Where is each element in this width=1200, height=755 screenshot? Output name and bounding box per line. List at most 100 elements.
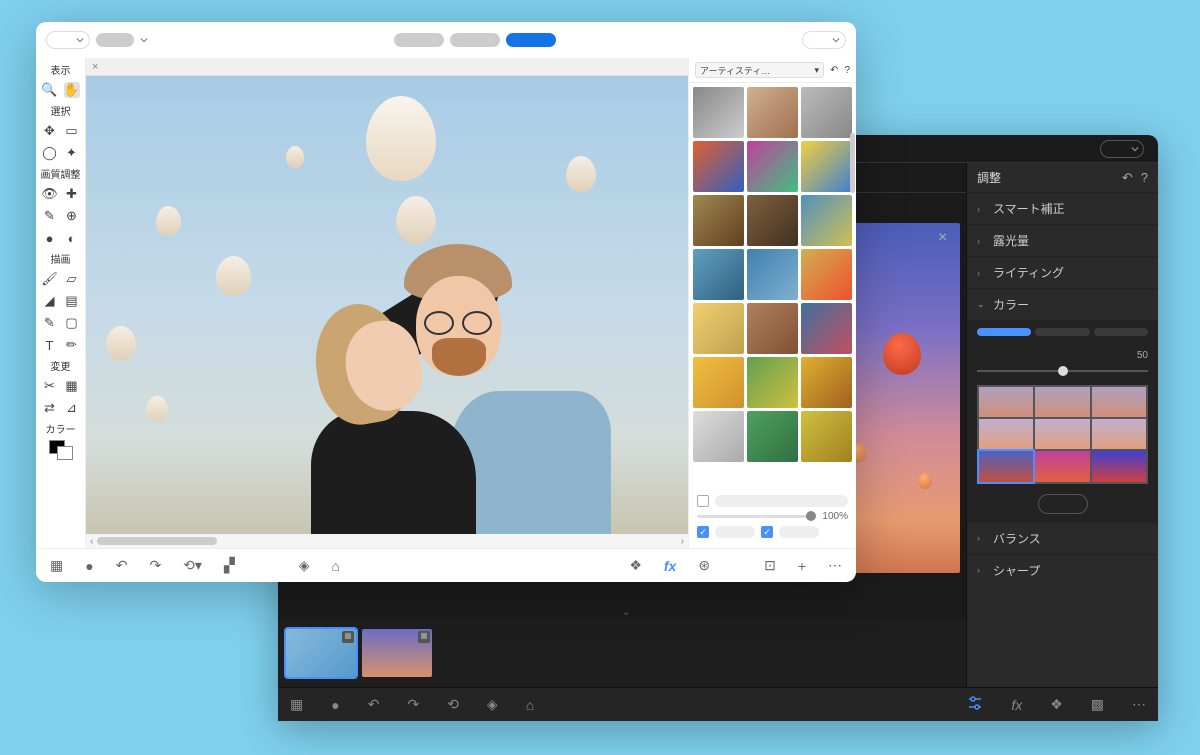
effect-thumb[interactable] bbox=[801, 195, 852, 246]
help-icon[interactable]: ? bbox=[1141, 170, 1148, 186]
effect-thumb[interactable] bbox=[693, 249, 744, 300]
effect-thumb[interactable] bbox=[801, 303, 852, 354]
mode-tab-active[interactable] bbox=[506, 33, 556, 47]
color-segments[interactable] bbox=[977, 328, 1148, 336]
intensity-slider[interactable] bbox=[697, 515, 816, 518]
undo-icon[interactable]: ↶ bbox=[830, 65, 838, 76]
layers-icon[interactable]: ❖ bbox=[1050, 696, 1063, 713]
option-checkbox[interactable]: ✓ bbox=[761, 526, 773, 538]
effect-thumb[interactable] bbox=[747, 411, 798, 462]
eraser-tool-icon[interactable]: ▱ bbox=[64, 271, 80, 287]
adj-item-smart[interactable]: ›スマート補正 bbox=[967, 192, 1158, 224]
blur-tool-icon[interactable]: ● bbox=[42, 230, 58, 246]
reset-button[interactable] bbox=[1038, 494, 1088, 514]
mode-tab[interactable] bbox=[394, 33, 444, 47]
option-checkbox[interactable]: ✓ bbox=[697, 526, 709, 538]
photo-bin-icon[interactable]: ▦ bbox=[50, 557, 63, 574]
sponge-tool-icon[interactable]: ◐ bbox=[64, 230, 80, 246]
clone-tool-icon[interactable]: ⊕ bbox=[64, 208, 80, 224]
canvas[interactable] bbox=[86, 76, 688, 534]
effect-thumb[interactable] bbox=[801, 249, 852, 300]
effects-scrollbar[interactable] bbox=[850, 133, 855, 193]
add-icon[interactable]: + bbox=[798, 558, 806, 574]
styles-icon[interactable]: ⊛ bbox=[698, 557, 710, 574]
move-tool-icon[interactable]: ✥ bbox=[42, 123, 58, 139]
organizer-icon[interactable]: ◈ bbox=[299, 557, 310, 574]
effect-thumb[interactable] bbox=[801, 357, 852, 408]
bin-thumbnail[interactable]: ▦ bbox=[362, 629, 432, 677]
effect-thumb[interactable] bbox=[801, 411, 852, 462]
marquee-tool-icon[interactable]: ▭ bbox=[64, 123, 80, 139]
more-icon[interactable]: ⋯ bbox=[1132, 696, 1146, 713]
zoom-tool-icon[interactable]: 🔍 bbox=[42, 82, 58, 98]
content-move-icon[interactable]: ⇄ bbox=[42, 400, 58, 416]
effect-thumb[interactable] bbox=[693, 303, 744, 354]
gradient-tool-icon[interactable]: ▤ bbox=[64, 293, 80, 309]
lasso-tool-icon[interactable]: ◯ bbox=[42, 145, 58, 161]
effects-category-dropdown[interactable]: アーティスティ… ▾ bbox=[695, 62, 824, 78]
adj-item-lighting[interactable]: ›ライティング bbox=[967, 256, 1158, 288]
undo-icon[interactable]: ↶ bbox=[1122, 170, 1133, 186]
undo-icon[interactable]: ↶ bbox=[368, 696, 380, 713]
record-icon[interactable]: ● bbox=[331, 697, 339, 713]
horizontal-scrollbar[interactable]: ‹› bbox=[86, 534, 688, 548]
heal-tool-icon[interactable]: ✚ bbox=[64, 186, 80, 202]
effects-icon[interactable]: fx bbox=[664, 558, 676, 574]
record-icon[interactable]: ● bbox=[85, 558, 93, 574]
text-tool-icon[interactable]: T bbox=[42, 337, 58, 353]
effect-thumb[interactable] bbox=[801, 87, 852, 138]
collapse-bin-icon[interactable]: ⌄ bbox=[622, 607, 630, 618]
brush-tool-icon[interactable]: 🖌 bbox=[42, 271, 58, 287]
smart-brush-icon[interactable]: ✎ bbox=[42, 208, 58, 224]
home-icon[interactable]: ⌂ bbox=[526, 697, 534, 713]
chevron-down-icon[interactable] bbox=[140, 36, 148, 44]
photo-bin-icon[interactable]: ▦ bbox=[290, 696, 303, 713]
hand-tool-icon[interactable]: ✋ bbox=[64, 82, 80, 98]
adj-item-color[interactable]: ⌄カラー bbox=[967, 288, 1158, 320]
option-checkbox[interactable] bbox=[697, 495, 709, 507]
close-tab-icon[interactable]: × bbox=[92, 61, 98, 73]
effect-thumb[interactable] bbox=[747, 357, 798, 408]
redo-icon[interactable]: ↷ bbox=[149, 557, 161, 574]
menu-dropdown[interactable] bbox=[46, 31, 90, 49]
effect-thumb[interactable] bbox=[747, 303, 798, 354]
organizer-icon[interactable]: ◈ bbox=[487, 696, 498, 713]
tab-pill[interactable] bbox=[96, 33, 134, 47]
redo-icon[interactable]: ↷ bbox=[407, 696, 419, 713]
effect-thumb[interactable] bbox=[801, 141, 852, 192]
redeye-tool-icon[interactable]: 👁 bbox=[42, 186, 58, 202]
color-slider[interactable] bbox=[977, 363, 1148, 379]
effect-thumb[interactable] bbox=[693, 141, 744, 192]
effect-thumb[interactable] bbox=[747, 141, 798, 192]
effect-thumb[interactable] bbox=[747, 195, 798, 246]
layers-icon[interactable]: ❖ bbox=[629, 557, 642, 574]
effect-thumb[interactable] bbox=[747, 249, 798, 300]
more-icon[interactable]: ⋯ bbox=[828, 557, 842, 574]
pencil-tool-icon[interactable]: ✏ bbox=[64, 337, 80, 353]
adj-item-exposure[interactable]: ›露光量 bbox=[967, 224, 1158, 256]
rotate-icon[interactable]: ⟲ bbox=[447, 696, 459, 713]
effect-thumb[interactable] bbox=[693, 411, 744, 462]
effects-icon[interactable]: fx bbox=[1011, 697, 1022, 713]
straighten-tool-icon[interactable]: ⊿ bbox=[64, 400, 80, 416]
dark-mode-dropdown[interactable] bbox=[1100, 140, 1144, 158]
mode-tab[interactable] bbox=[450, 33, 500, 47]
rotate-icon[interactable]: ⟲▾ bbox=[183, 557, 202, 574]
right-dropdown[interactable] bbox=[802, 31, 846, 49]
effect-thumb[interactable] bbox=[693, 357, 744, 408]
effect-thumb[interactable] bbox=[747, 87, 798, 138]
help-icon[interactable]: ? bbox=[844, 65, 850, 76]
fill-tool-icon[interactable]: ◢ bbox=[42, 293, 58, 309]
crop-tool-icon[interactable]: ✂ bbox=[42, 378, 58, 394]
tag-icon[interactable]: ⊡ bbox=[764, 557, 776, 574]
eyedropper-tool-icon[interactable]: ✎ bbox=[42, 315, 58, 331]
effect-thumb[interactable] bbox=[693, 87, 744, 138]
home-icon[interactable]: ⌂ bbox=[332, 558, 340, 574]
close-panel-icon[interactable]: × bbox=[938, 229, 947, 247]
undo-icon[interactable]: ↶ bbox=[116, 557, 128, 574]
adj-item-balance[interactable]: ›バランス bbox=[967, 522, 1158, 554]
adj-item-sharp[interactable]: ›シャープ bbox=[967, 554, 1158, 586]
grid-icon[interactable]: ▩ bbox=[1091, 696, 1104, 713]
layout-icon[interactable]: ▞ bbox=[224, 557, 235, 574]
bin-thumbnail[interactable]: ▦ bbox=[286, 629, 356, 677]
